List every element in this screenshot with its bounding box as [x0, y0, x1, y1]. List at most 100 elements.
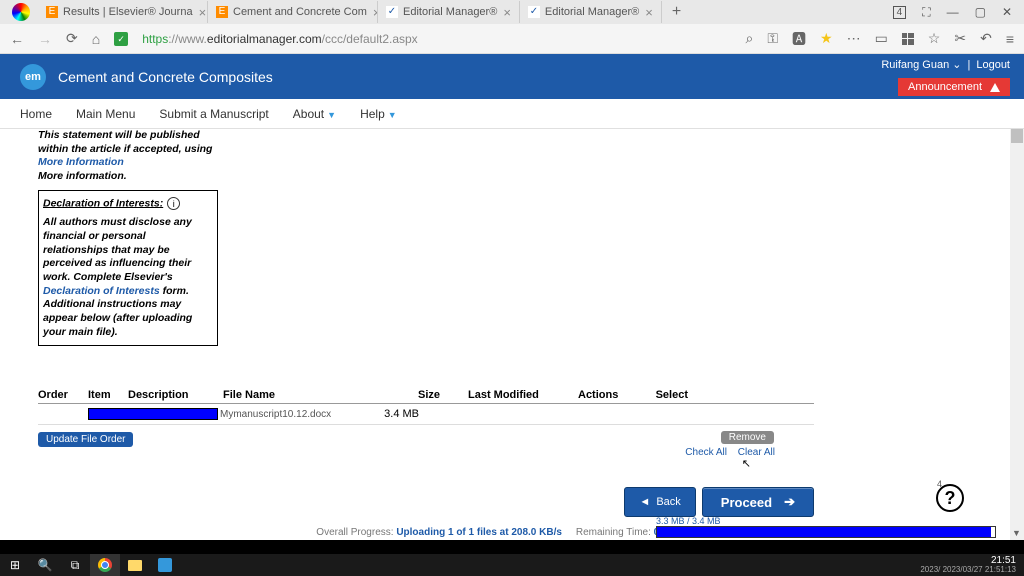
- user-menu[interactable]: Ruifang Guan ⌄|Logout: [881, 58, 1010, 71]
- url-bar: ← → ⟳ ⌂ ✓ https://www.editorialmanager.c…: [0, 24, 1024, 54]
- declaration-form-link[interactable]: Declaration of Interests: [43, 285, 160, 297]
- close-icon[interactable]: ✕: [1002, 5, 1012, 19]
- translate-icon[interactable]: 🅰: [792, 29, 806, 49]
- minimize-icon[interactable]: —: [947, 5, 959, 19]
- start-button[interactable]: ⊞: [0, 554, 30, 576]
- col-select: Select: [638, 389, 688, 401]
- site-title: Cement and Concrete Composites: [58, 69, 273, 85]
- overall-progress-bar: [656, 526, 996, 538]
- help-floating-button[interactable]: ?: [936, 484, 964, 512]
- favicon-e: E: [46, 6, 58, 18]
- sidebar-icon[interactable]: ▭: [875, 30, 888, 47]
- maximize-icon[interactable]: ▢: [975, 5, 986, 19]
- arrow-right-icon: ➔: [784, 494, 795, 510]
- undo-icon[interactable]: ↶: [980, 30, 992, 47]
- chevron-down-icon: ⌄: [952, 59, 961, 71]
- col-desc: Description: [128, 389, 223, 401]
- new-tab-button[interactable]: +: [662, 3, 691, 21]
- favicon-e: E: [216, 6, 228, 18]
- more-information-link[interactable]: More Information: [38, 156, 218, 170]
- menu-about[interactable]: About▼: [293, 107, 336, 121]
- browser-tab[interactable]: E Results | Elsevier® Journa ×: [38, 1, 208, 23]
- browser-tab[interactable]: ECement and Concrete Com×: [208, 1, 378, 23]
- scissors-icon[interactable]: ✂: [954, 30, 966, 47]
- search-icon[interactable]: ⌕: [746, 30, 754, 47]
- cursor-icon: ↖: [742, 457, 751, 470]
- col-order: Order: [38, 389, 88, 401]
- url-input[interactable]: https://www.editorialmanager.com/ccc/def…: [142, 32, 731, 46]
- announcement-button[interactable]: Announcement: [898, 78, 1010, 96]
- menu-main[interactable]: Main Menu: [76, 107, 135, 121]
- tab-count-badge[interactable]: 4: [893, 6, 907, 19]
- apps-grid-icon[interactable]: [902, 33, 914, 45]
- content-area: ▼ This statement will be published withi…: [0, 129, 1024, 540]
- check-all-link[interactable]: Check All: [685, 447, 727, 458]
- tab-label: Cement and Concrete Com: [233, 6, 367, 18]
- update-file-order-button[interactable]: Update File Order: [38, 432, 133, 447]
- col-item: Item: [88, 389, 128, 401]
- row-upload-progress: [88, 408, 218, 420]
- tab-label: Editorial Manager®: [403, 6, 497, 18]
- scroll-down-icon[interactable]: ▼: [1012, 528, 1021, 538]
- logout-link[interactable]: Logout: [976, 59, 1010, 71]
- tab-close-icon[interactable]: ×: [503, 5, 511, 20]
- col-actions: Actions: [578, 389, 638, 401]
- nav-buttons: ◄Back Proceed➔: [624, 487, 814, 517]
- info-icon[interactable]: i: [167, 197, 180, 210]
- window-controls: 4 ⛶ — ▢ ✕: [893, 5, 1020, 20]
- back-button[interactable]: ◄Back: [624, 487, 695, 517]
- file-size: 3.4 MB: [384, 408, 434, 420]
- nav-back-icon[interactable]: ←: [10, 31, 24, 47]
- upload-status-bar: Overall Progress: Uploading 1 of 1 files…: [0, 525, 1010, 540]
- selection-links: Check All Clear All: [681, 447, 779, 458]
- tab-close-icon[interactable]: ×: [199, 5, 207, 20]
- key-icon[interactable]: ⚿: [767, 30, 778, 47]
- taskbar-browser[interactable]: [90, 554, 120, 576]
- taskbar-app[interactable]: [150, 554, 180, 576]
- browser-app-icon: [12, 3, 30, 21]
- browser-titlebar: E Results | Elsevier® Journa × E Cement and…: [0, 0, 1024, 24]
- col-file: File Name: [223, 389, 418, 401]
- home-icon[interactable]: ⌂: [92, 31, 100, 47]
- task-view-button[interactable]: ⧉: [60, 554, 90, 576]
- col-size: Size: [418, 389, 468, 401]
- proceed-button[interactable]: Proceed➔: [702, 487, 814, 517]
- bookmark-star-icon[interactable]: ★: [820, 30, 833, 47]
- menu-submit[interactable]: Submit a Manuscript: [159, 107, 268, 121]
- main-menu: Home Main Menu Submit a Manuscript About…: [0, 99, 1024, 129]
- browser-tab[interactable]: ✓Editorial Manager®×: [378, 1, 520, 23]
- more-icon[interactable]: ⋯: [847, 30, 861, 47]
- footer-strip: [0, 540, 1024, 554]
- chevron-down-icon: ▼: [388, 110, 397, 120]
- system-clock[interactable]: 21:51 2023/ 2023/03/27 21:51:13: [920, 555, 1024, 575]
- menu-icon[interactable]: ≡: [1006, 31, 1014, 47]
- shop-icon[interactable]: ⛶: [922, 5, 930, 20]
- table-header: Order Item Description File Name Size La…: [38, 389, 814, 404]
- upload-size-label: 3.3 MB / 3.4 MB: [656, 516, 996, 526]
- tab-label: Results | Elsevier® Journa: [63, 6, 193, 18]
- security-shield-icon[interactable]: ✓: [114, 32, 128, 46]
- nav-forward-icon: →: [38, 31, 52, 47]
- reload-icon[interactable]: ⟳: [66, 30, 78, 47]
- remove-button[interactable]: Remove: [721, 431, 774, 444]
- search-button[interactable]: 🔍: [30, 554, 60, 576]
- table-row: Mymanuscript10.12.docx 3.4 MB: [38, 404, 814, 425]
- file-name: Mymanuscript10.12.docx: [220, 409, 331, 420]
- em-logo-icon: em: [20, 64, 46, 90]
- declaration-box: Declaration of Interests:i All authors m…: [38, 190, 218, 347]
- menu-home[interactable]: Home: [20, 107, 52, 121]
- tab-close-icon[interactable]: ×: [645, 5, 653, 20]
- favorites-icon[interactable]: ☆: [928, 30, 941, 47]
- file-table: Order Item Description File Name Size La…: [38, 389, 814, 425]
- taskbar-explorer[interactable]: [120, 554, 150, 576]
- warning-icon: [990, 83, 1000, 92]
- windows-taskbar: ⊞ 🔍 ⧉ 21:51 2023/ 2023/03/27 21:51:13: [0, 554, 1024, 576]
- instructions-panel: This statement will be published within …: [38, 129, 218, 346]
- declaration-title: Declaration of Interests:: [43, 197, 163, 209]
- browser-tab[interactable]: ✓Editorial Manager®×: [520, 1, 662, 23]
- chevron-down-icon: ▼: [327, 110, 336, 120]
- scroll-thumb[interactable]: [1011, 129, 1023, 143]
- vertical-scrollbar[interactable]: ▼: [1010, 129, 1024, 540]
- arrow-left-icon: ◄: [639, 496, 650, 508]
- menu-help[interactable]: Help▼: [360, 107, 397, 121]
